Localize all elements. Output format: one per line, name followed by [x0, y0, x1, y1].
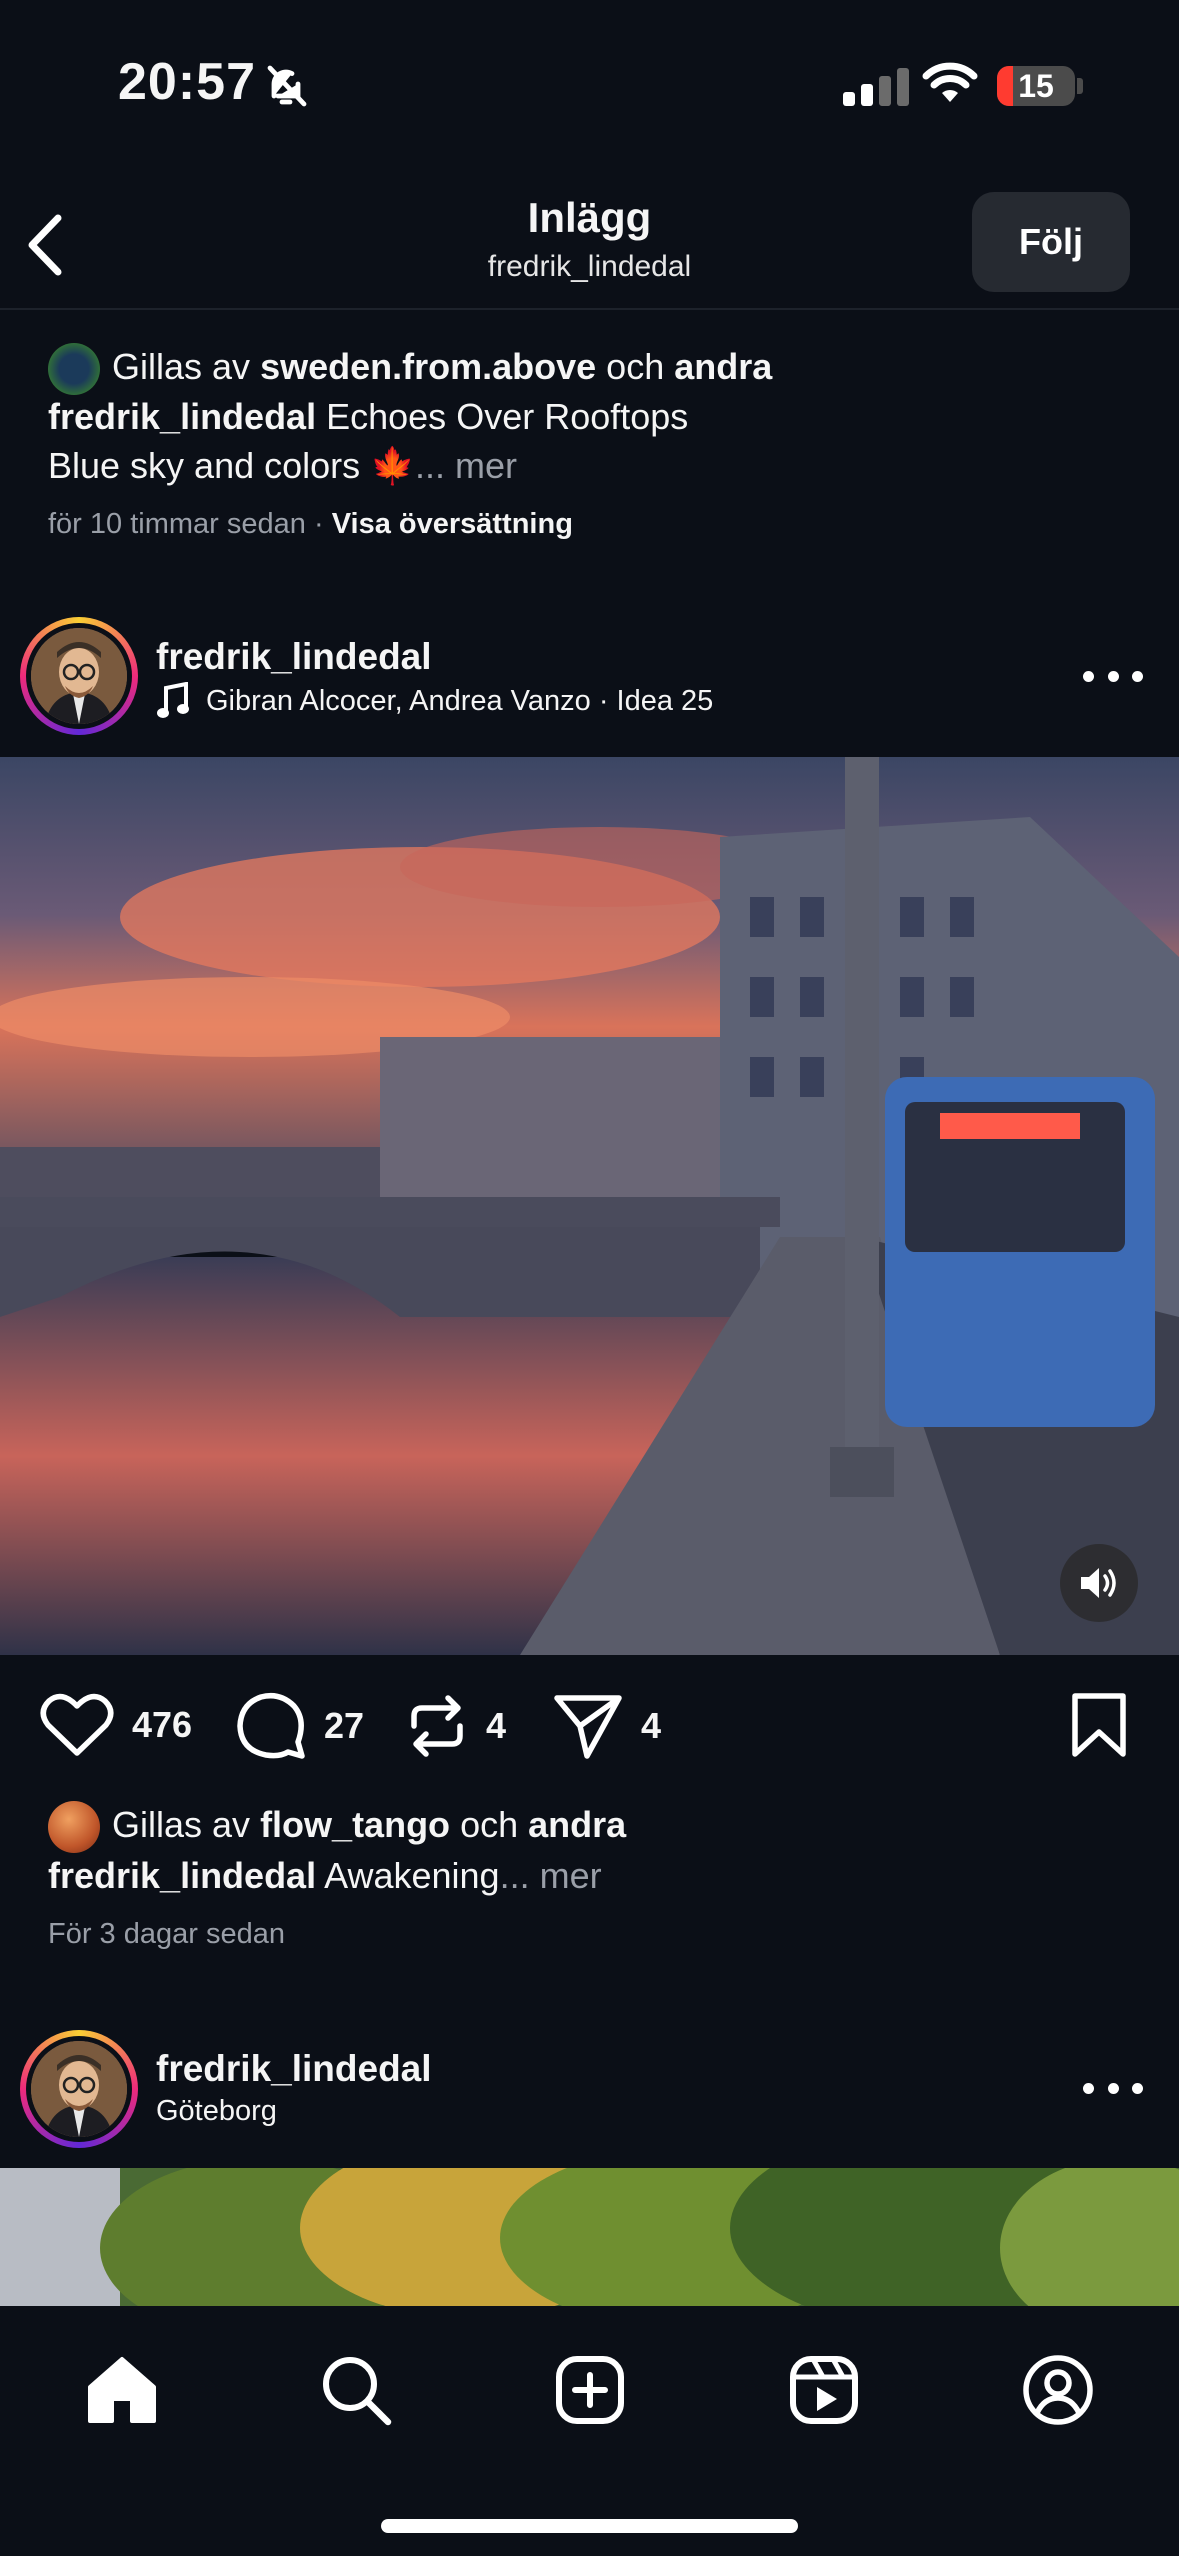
liked-prefix: Gillas av — [112, 346, 251, 387]
battery-icon: 15 — [997, 66, 1075, 106]
post-likes-line: Gillas av flow_tango och andra — [48, 1800, 626, 1854]
like-button[interactable]: 476 — [40, 1692, 192, 1758]
caption-username[interactable]: fredrik_lindedal — [48, 396, 316, 437]
more-options-icon[interactable] — [1083, 2078, 1143, 2098]
translate-link[interactable]: Visa översättning — [332, 508, 573, 540]
music-text: Gibran Alcocer, Andrea Vanzo · Idea 25 — [206, 684, 714, 717]
share-count: 4 — [641, 1705, 662, 1746]
caption-username[interactable]: fredrik_lindedal — [48, 1855, 316, 1896]
prev-meta: för 10 timmar sedan · Visa översättning — [48, 508, 573, 541]
signal-icon — [843, 68, 915, 106]
battery-level: 15 — [1018, 68, 1054, 104]
more-options-icon[interactable] — [1083, 666, 1143, 686]
sound-icon[interactable] — [1060, 1544, 1138, 1622]
liked-user-link[interactable]: sweden.from.above — [260, 346, 596, 387]
post-caption: fredrik_lindedal Awakening... mer — [48, 1851, 602, 1901]
liker-avatar[interactable] — [48, 343, 100, 396]
avatar[interactable] — [20, 2030, 138, 2148]
repost-count: 4 — [486, 1705, 507, 1746]
liked-prefix: Gillas av — [112, 1804, 251, 1845]
comment-button[interactable]: 27 — [236, 1692, 364, 1760]
profile-icon[interactable] — [1018, 2350, 1098, 2430]
save-button[interactable] — [1070, 1692, 1128, 1765]
home-icon[interactable] — [82, 2350, 162, 2430]
follow-button[interactable]: Följ — [972, 192, 1130, 292]
repost-button[interactable]: 4 — [406, 1692, 506, 1760]
comment-icon — [237, 1692, 305, 1759]
create-icon[interactable] — [550, 2350, 630, 2430]
wifi-icon — [922, 62, 978, 111]
post-time-ago: För 3 dagar sedan — [48, 1918, 285, 1950]
avatar[interactable] — [20, 617, 138, 735]
more-link[interactable]: ... mer — [415, 445, 517, 486]
share-button[interactable]: 4 — [553, 1692, 661, 1760]
meta-separator: · — [313, 508, 324, 540]
battery-nub — [1077, 78, 1083, 94]
send-icon — [554, 1695, 622, 1759]
caption-text-2: Blue sky and colors 🍁 — [48, 445, 415, 486]
like-count: 476 — [132, 1704, 193, 1745]
liker-avatar[interactable] — [48, 1801, 100, 1854]
post-username[interactable]: fredrik_lindedal — [156, 632, 432, 682]
post-image[interactable] — [0, 757, 1179, 1655]
bookmark-icon — [1072, 1693, 1126, 1757]
more-link[interactable]: ... mer — [500, 1855, 602, 1896]
prev-likes-line: Gillas av sweden.from.above och andra — [48, 342, 772, 396]
next-post-image[interactable] — [0, 2168, 1179, 2308]
music-note-icon — [157, 682, 189, 718]
silent-bell-icon — [262, 62, 310, 110]
liked-user-link[interactable]: flow_tango — [260, 1804, 450, 1845]
header-divider — [0, 308, 1179, 310]
repost-icon — [411, 1695, 463, 1757]
liked-and: och — [460, 1804, 519, 1845]
comment-count: 27 — [324, 1705, 365, 1746]
music-row[interactable]: Gibran Alcocer, Andrea Vanzo · Idea 25 — [156, 682, 713, 720]
post-username[interactable]: fredrik_lindedal — [156, 2044, 432, 2094]
time-ago: för 10 timmar sedan — [48, 508, 306, 540]
search-icon[interactable] — [316, 2350, 396, 2430]
prev-caption-line1: fredrik_lindedal Echoes Over Rooftops — [48, 392, 688, 442]
heart-icon — [40, 1693, 114, 1756]
caption-text: Echoes Over Rooftops — [326, 396, 689, 437]
status-time: 20:57 — [118, 53, 256, 111]
prev-caption-line2: Blue sky and colors 🍁... mer — [48, 441, 517, 491]
caption-text: Awakening — [324, 1855, 500, 1896]
reels-icon[interactable] — [784, 2350, 864, 2430]
liked-and: och — [606, 346, 665, 387]
home-indicator[interactable] — [381, 2519, 798, 2533]
post-location[interactable]: Göteborg — [156, 2095, 277, 2128]
liked-others-link[interactable]: andra — [674, 346, 772, 387]
liked-others-link[interactable]: andra — [528, 1804, 626, 1845]
